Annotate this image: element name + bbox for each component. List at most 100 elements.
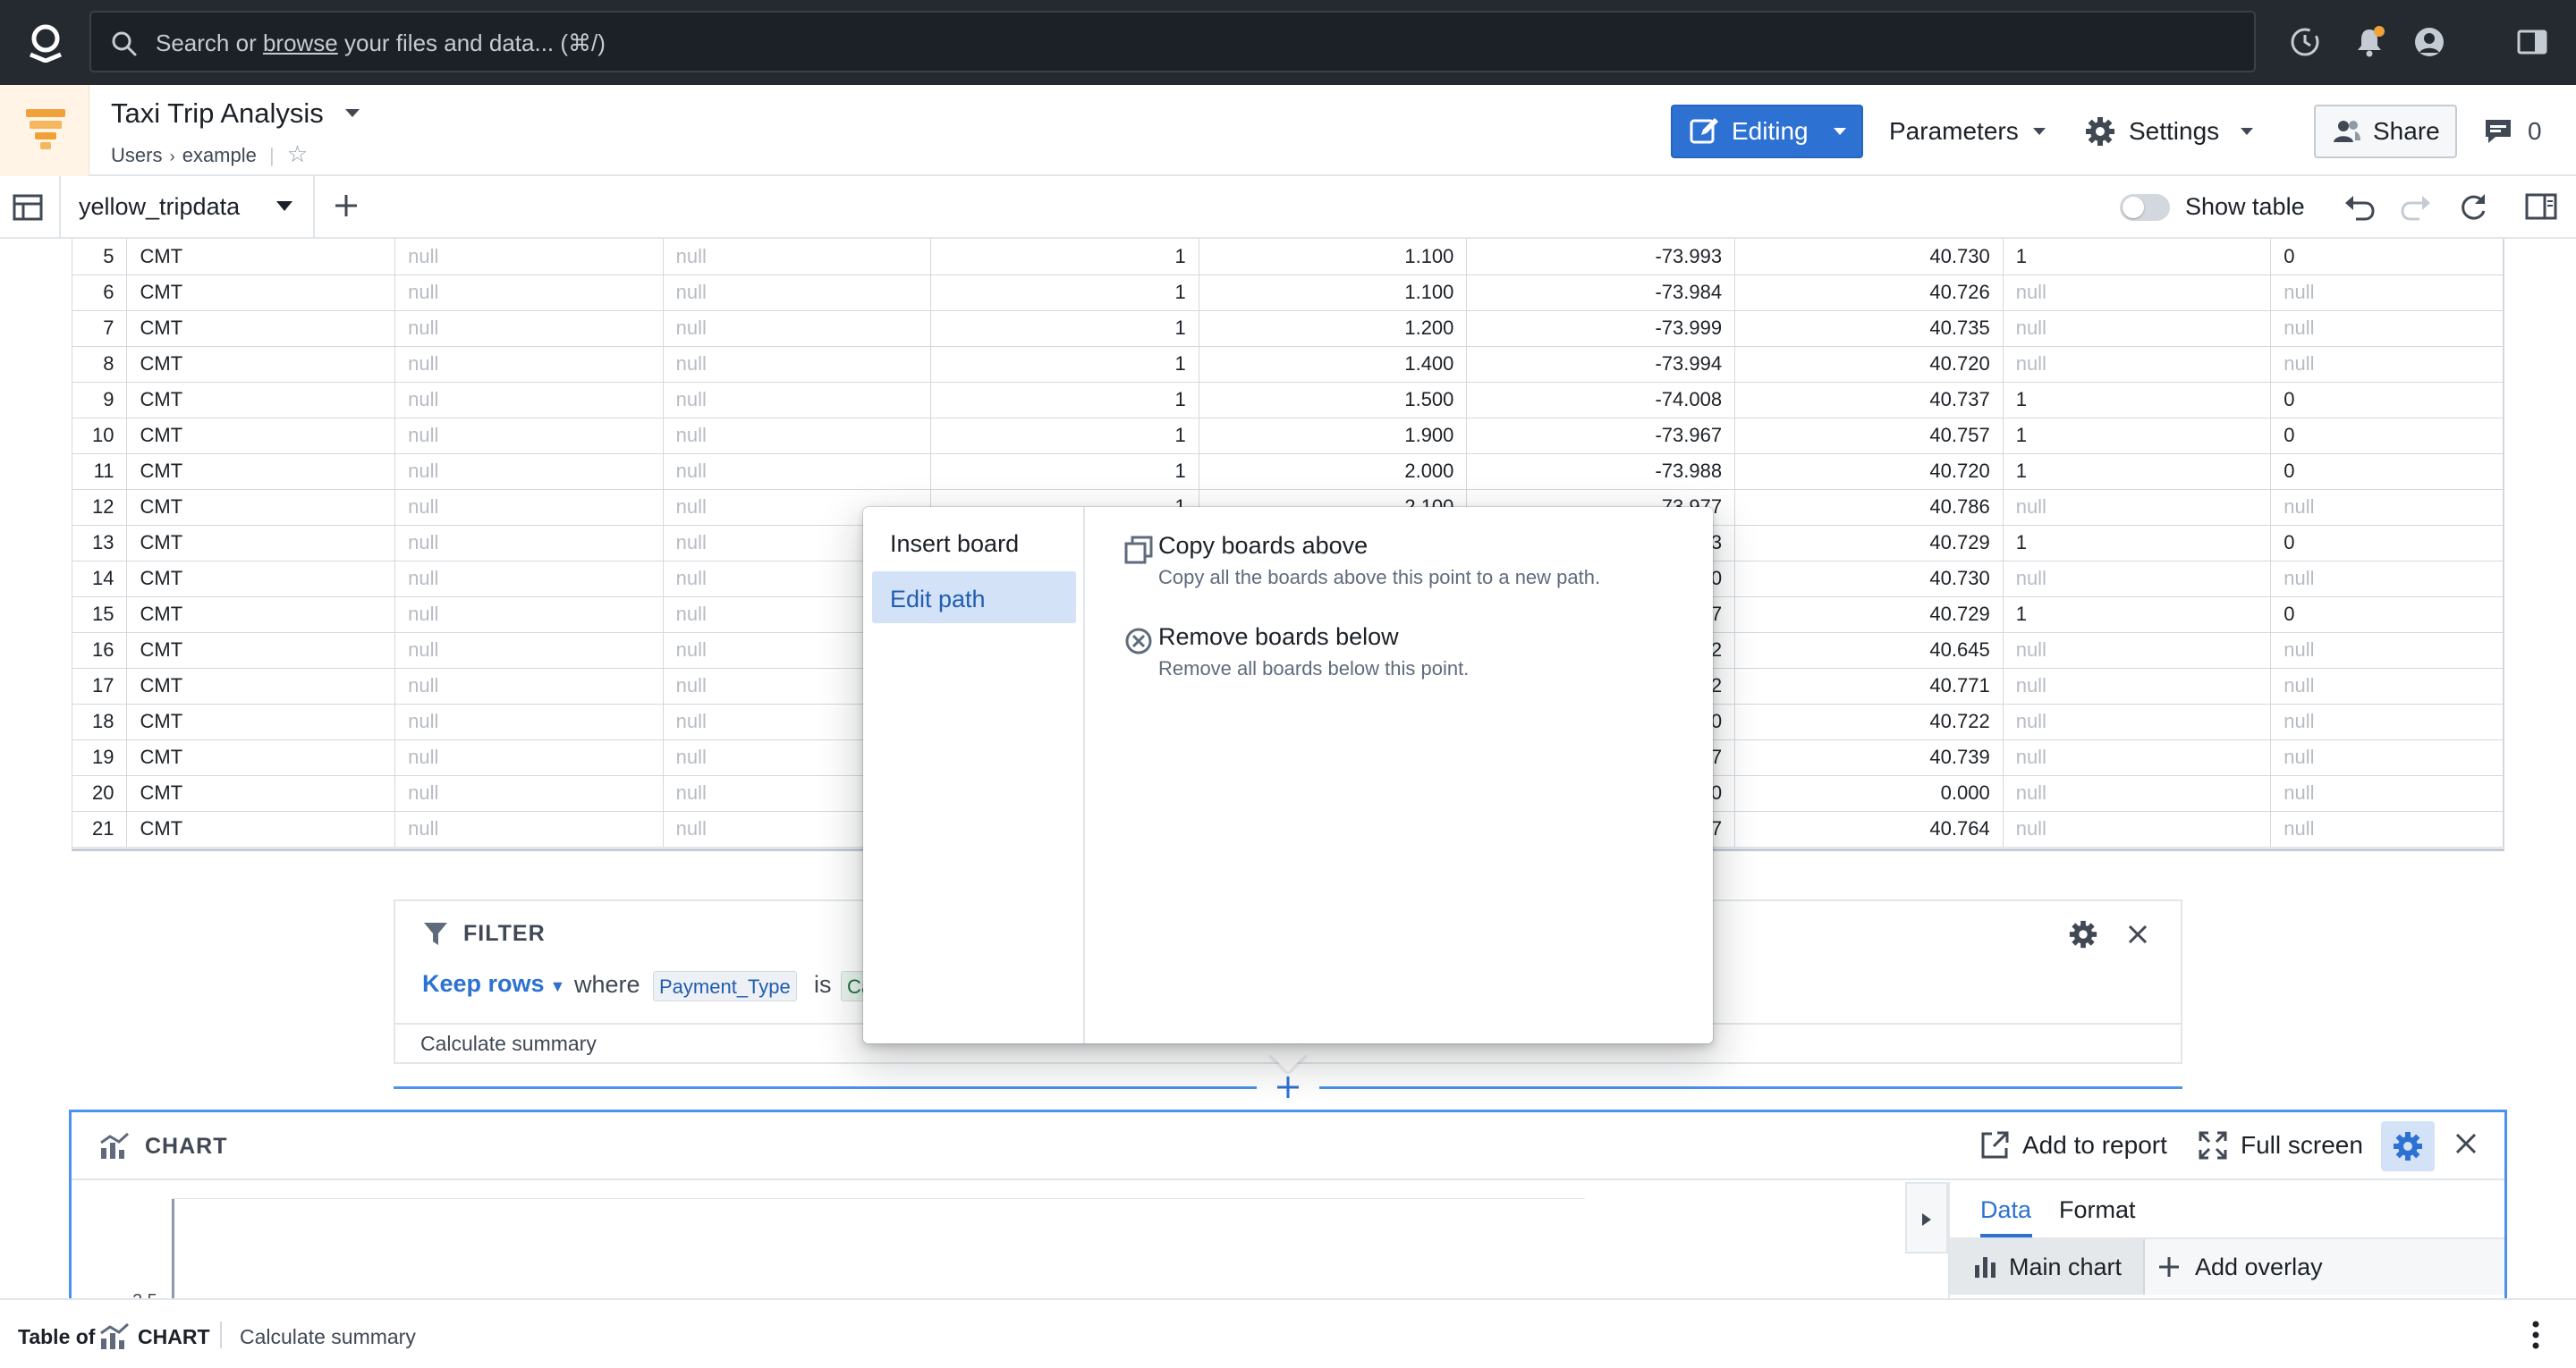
table-cell[interactable]: null [663,274,932,311]
row-index[interactable]: 6 [72,274,128,311]
contour-app-icon[interactable] [0,85,89,176]
table-cell[interactable]: -73.967 [1466,418,1736,454]
palantir-logo-icon[interactable] [25,21,66,63]
table-cell[interactable]: 1 [930,310,1199,347]
table-cell[interactable]: 1 [930,382,1199,418]
table-cell[interactable]: null [663,453,932,490]
row-index[interactable]: 20 [72,775,128,812]
table-cell[interactable]: null [394,739,664,776]
table-cell[interactable]: null [394,704,664,740]
tab-yellow-tripdata[interactable]: yellow_tripdata [59,176,315,237]
table-cell[interactable]: CMT [126,561,396,597]
table-cell[interactable]: 1.100 [1199,239,1468,275]
settings-button[interactable]: Settings [2084,105,2255,158]
table-cell[interactable]: CMT [126,453,396,490]
copy-boards-above-option[interactable]: Copy boards above Copy all the boards ab… [1108,532,1681,588]
table-cell[interactable]: 40.729 [1734,525,2004,562]
row-index[interactable]: 21 [72,811,128,848]
table-cell[interactable]: null [2270,775,2504,812]
table-cell[interactable]: null [2270,811,2504,848]
table-cell[interactable]: 40.720 [1734,453,2004,490]
table-cell[interactable]: 0 [2270,418,2504,454]
table-cell[interactable]: 40.739 [1734,739,2004,776]
table-cell[interactable]: null [394,346,664,383]
row-index[interactable]: 8 [72,346,128,383]
table-cell[interactable]: 0 [2270,596,2504,633]
table-cell[interactable]: null [394,418,664,454]
main-chart-layer[interactable]: Main chart [1950,1239,2145,1295]
table-cell[interactable]: null [663,346,932,383]
table-grid-icon[interactable] [13,194,43,221]
page-title[interactable]: Taxi Trip Analysis [111,97,324,130]
table-cell[interactable]: 40.645 [1734,632,2004,669]
status-calculate-summary[interactable]: Calculate summary [240,1325,416,1349]
comments-button[interactable]: 0 [2483,105,2542,158]
table-cell[interactable]: null [394,239,664,275]
table-cell[interactable]: CMT [126,274,396,311]
menu-insert-board[interactable]: Insert board [872,518,1076,566]
table-row[interactable]: 7 CMT null null 1 1.200 -73.999 40.735 null null [72,310,2504,347]
full-screen-button[interactable]: Full screen [2198,1130,2363,1161]
table-cell[interactable]: null [663,382,932,418]
row-index[interactable]: 5 [72,239,128,275]
table-row[interactable]: 5 CMT null null 1 1.100 -73.993 40.730 1 0 [72,239,2504,275]
table-cell[interactable]: null [663,418,932,454]
table-cell[interactable]: null [394,310,664,347]
table-cell[interactable]: -73.999 [1466,310,1736,347]
table-cell[interactable]: 40.771 [1734,668,2004,705]
table-cell[interactable]: null [2003,346,2272,383]
side-panel-toggle[interactable] [1905,1182,1948,1254]
sidebar-panel-icon[interactable] [2515,25,2549,59]
table-cell[interactable]: 1 [930,346,1199,383]
favorite-star-icon[interactable]: ☆ [287,140,308,167]
undo-icon[interactable] [2343,193,2376,222]
table-cell[interactable]: 0 [2270,453,2504,490]
keep-rows-dropdown[interactable]: Keep rows ▼ [422,970,565,998]
table-row[interactable]: 6 CMT null null 1 1.100 -73.984 40.726 null null [72,274,2504,311]
table-row[interactable]: 10 CMT null null 1 1.900 -73.967 40.757 1 0 [72,418,2504,454]
table-cell[interactable]: null [2270,632,2504,669]
add-to-report-button[interactable]: Add to report [1979,1130,2167,1161]
menu-edit-path[interactable]: Edit path [872,571,1076,623]
notifications-icon[interactable] [2352,25,2386,59]
row-index[interactable]: 11 [72,453,128,490]
table-cell[interactable]: null [394,632,664,669]
row-index[interactable]: 13 [72,525,128,562]
table-cell[interactable]: 1 [2003,239,2272,275]
table-cell[interactable]: null [2003,274,2272,311]
table-cell[interactable]: CMT [126,489,396,526]
table-cell[interactable]: null [2003,668,2272,705]
table-cell[interactable]: null [394,668,664,705]
row-index[interactable]: 10 [72,418,128,454]
table-cell[interactable]: 40.730 [1734,561,2004,597]
table-cell[interactable]: null [2003,775,2272,812]
table-cell[interactable]: null [2003,489,2272,526]
table-cell[interactable]: null [2003,811,2272,848]
row-index[interactable]: 15 [72,596,128,633]
history-icon[interactable] [2288,25,2322,59]
filter-close-icon[interactable] [2127,924,2148,945]
row-index[interactable]: 12 [72,489,128,526]
table-cell[interactable]: null [2003,739,2272,776]
tab-format[interactable]: Format [2059,1196,2136,1224]
row-index[interactable]: 18 [72,704,128,740]
row-index[interactable]: 17 [72,668,128,705]
table-cell[interactable]: null [2003,704,2272,740]
breadcrumb-example[interactable]: example [182,144,257,166]
row-index[interactable]: 14 [72,561,128,597]
table-cell[interactable]: CMT [126,668,396,705]
table-cell[interactable]: 0 [2270,382,2504,418]
table-cell[interactable]: 1.100 [1199,274,1468,311]
user-icon[interactable] [2412,25,2446,59]
table-cell[interactable]: null [2270,668,2504,705]
table-cell[interactable]: 1 [930,453,1199,490]
add-board-plus-icon[interactable] [1274,1073,1302,1102]
table-cell[interactable]: null [2270,704,2504,740]
table-cell[interactable]: 40.720 [1734,346,2004,383]
table-cell[interactable]: 40.786 [1734,489,2004,526]
table-cell[interactable]: CMT [126,811,396,848]
toggle-side-panel-icon[interactable] [2525,192,2557,221]
row-index[interactable]: 19 [72,739,128,776]
table-cell[interactable]: CMT [126,418,396,454]
table-cell[interactable]: null [2270,489,2504,526]
